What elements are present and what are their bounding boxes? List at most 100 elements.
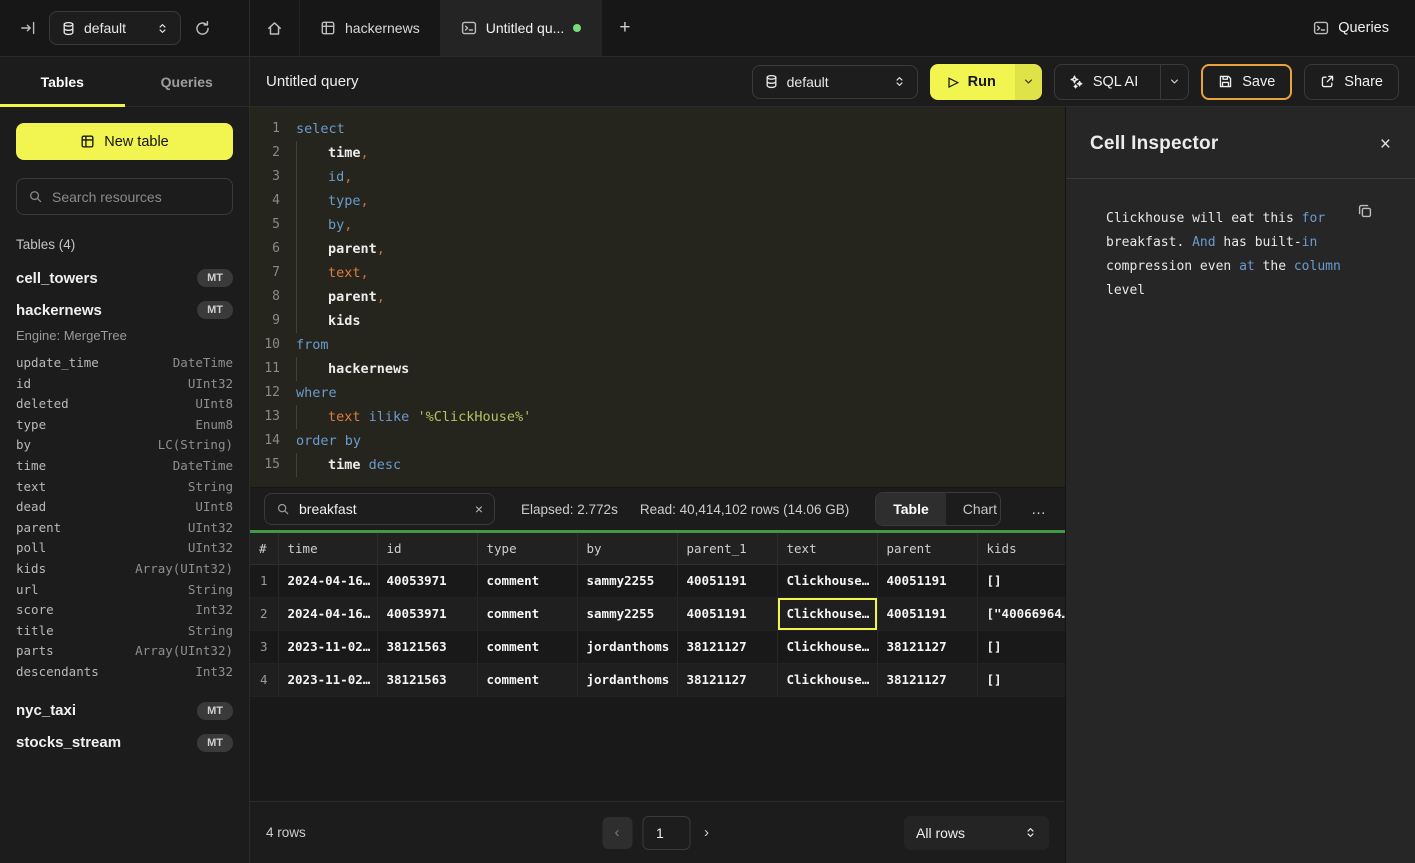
share-button[interactable]: Share xyxy=(1304,64,1399,100)
column-header[interactable]: text xyxy=(777,533,877,564)
editor-line[interactable]: 4type, xyxy=(250,189,1065,213)
run-button[interactable]: ▷ Run xyxy=(930,64,1042,100)
table-cell[interactable]: comment xyxy=(477,597,577,630)
table-cell[interactable]: 38121563 xyxy=(377,663,477,696)
more-options-icon[interactable]: … xyxy=(1027,501,1051,518)
refresh-icon[interactable] xyxy=(194,20,211,37)
column-header[interactable]: kids xyxy=(977,533,1065,564)
table-cell[interactable]: 40053971 xyxy=(377,564,477,597)
sidebar-search-input[interactable] xyxy=(52,189,221,205)
tab-home[interactable] xyxy=(250,0,300,56)
editor-line[interactable]: 14order by xyxy=(250,429,1065,453)
table-cell[interactable]: comment xyxy=(477,630,577,663)
column-name: title xyxy=(16,622,54,641)
table-cell[interactable]: [] xyxy=(977,564,1065,597)
page-number-input[interactable] xyxy=(643,817,689,849)
column-header[interactable]: type xyxy=(477,533,577,564)
table-cell[interactable]: jordanthoms xyxy=(577,663,677,696)
sidebar-tab-queries[interactable]: Queries xyxy=(125,57,250,106)
table-cell[interactable]: 40053971 xyxy=(377,597,477,630)
table-cell[interactable]: 38121127 xyxy=(877,630,977,663)
editor-line[interactable]: 11hackernews xyxy=(250,357,1065,381)
table-cell[interactable]: jordanthoms xyxy=(577,630,677,663)
code-token: , xyxy=(344,169,352,185)
page-size-selector[interactable]: All rows xyxy=(904,816,1049,850)
editor-line[interactable]: 12where xyxy=(250,381,1065,405)
sidebar-table-cell-towers[interactable]: cell_towers MT xyxy=(0,262,249,294)
editor-line[interactable]: 8parent, xyxy=(250,285,1065,309)
run-options-caret[interactable] xyxy=(1015,64,1042,100)
results-search-input[interactable] xyxy=(299,501,466,517)
table-cell[interactable]: sammy2255 xyxy=(577,564,677,597)
sidebar-table-stocks-stream[interactable]: stocks_stream MT xyxy=(0,727,249,759)
run-button-main[interactable]: ▷ Run xyxy=(930,64,1015,100)
table-cell[interactable]: comment xyxy=(477,663,577,696)
table-cell[interactable]: 38121127 xyxy=(677,663,777,696)
tab-untitled-query[interactable]: Untitled qu... xyxy=(441,0,603,56)
editor-line-code: kids xyxy=(296,309,361,333)
table-cell[interactable]: 38121563 xyxy=(377,630,477,663)
table-cell[interactable]: 38121127 xyxy=(877,663,977,696)
table-cell[interactable]: sammy2255 xyxy=(577,597,677,630)
table-cell[interactable]: Clickhouse… xyxy=(777,564,877,597)
sidebar-tab-tables[interactable]: Tables xyxy=(0,57,125,106)
table-cell[interactable]: 2023-11-02… xyxy=(278,663,377,696)
table-name: nyc_taxi xyxy=(16,702,76,719)
editor-line[interactable]: 7text, xyxy=(250,261,1065,285)
clear-search-icon[interactable]: × xyxy=(475,501,483,517)
editor-line[interactable]: 5by, xyxy=(250,213,1065,237)
table-cell[interactable]: 40051191 xyxy=(877,564,977,597)
collapse-sidebar-icon[interactable] xyxy=(20,20,36,36)
view-toggle-table[interactable]: Table xyxy=(876,493,946,525)
sql-editor[interactable]: 1select2time,3id,4type,5by,6parent,7text… xyxy=(250,107,1065,487)
sql-ai-options-caret[interactable] xyxy=(1160,65,1188,99)
column-header[interactable]: parent xyxy=(877,533,977,564)
selected-cell[interactable]: Clickhouse… xyxy=(777,597,877,630)
query-database-selector[interactable]: default xyxy=(752,65,918,99)
table-cell[interactable]: 40051191 xyxy=(677,564,777,597)
table-cell[interactable]: ["40066964… xyxy=(977,597,1065,630)
column-header[interactable]: by xyxy=(577,533,677,564)
table-cell[interactable]: 38121127 xyxy=(677,630,777,663)
new-table-button[interactable]: New table xyxy=(16,123,233,160)
new-tab-button[interactable]: + xyxy=(602,0,647,56)
editor-line[interactable]: 6parent, xyxy=(250,237,1065,261)
table-cell[interactable]: comment xyxy=(477,564,577,597)
run-button-label: Run xyxy=(968,74,996,90)
tab-hackernews[interactable]: hackernews xyxy=(300,0,441,56)
view-toggle-chart[interactable]: Chart xyxy=(946,493,1001,525)
table-cell[interactable]: 2023-11-02… xyxy=(278,630,377,663)
editor-line[interactable]: 3id, xyxy=(250,165,1065,189)
editor-line[interactable]: 1select xyxy=(250,117,1065,141)
table-cell[interactable]: Clickhouse… xyxy=(777,663,877,696)
editor-line[interactable]: 2time, xyxy=(250,141,1065,165)
editor-line[interactable]: 9kids xyxy=(250,309,1065,333)
copy-icon[interactable] xyxy=(1357,203,1373,228)
close-icon[interactable]: × xyxy=(1380,135,1391,154)
table-cell[interactable]: 2024-04-16… xyxy=(278,564,377,597)
sql-ai-button-main[interactable]: SQL AI xyxy=(1055,65,1151,99)
column-header[interactable]: parent_1 xyxy=(677,533,777,564)
sql-ai-button[interactable]: SQL AI xyxy=(1054,64,1189,100)
column-name: kids xyxy=(16,560,46,579)
column-header[interactable]: time xyxy=(278,533,377,564)
column-header[interactable]: id xyxy=(377,533,477,564)
plus-icon: + xyxy=(619,17,630,39)
save-button[interactable]: Save xyxy=(1201,64,1292,100)
table-cell[interactable]: Clickhouse… xyxy=(777,630,877,663)
results-table: #timeidtypebyparent_1textparentkids12024… xyxy=(250,533,1065,697)
sidebar-table-hackernews[interactable]: hackernews MT xyxy=(0,294,249,326)
sidebar-table-nyc-taxi[interactable]: nyc_taxi MT xyxy=(0,695,249,727)
table-cell[interactable]: 2024-04-16… xyxy=(278,597,377,630)
table-cell[interactable]: [] xyxy=(977,630,1065,663)
table-cell[interactable]: [] xyxy=(977,663,1065,696)
editor-line[interactable]: 10from xyxy=(250,333,1065,357)
table-cell[interactable]: 40051191 xyxy=(877,597,977,630)
queries-button[interactable]: Queries xyxy=(1313,20,1389,36)
table-cell[interactable]: 40051191 xyxy=(677,597,777,630)
prev-page-button[interactable]: ‹ xyxy=(602,817,632,849)
next-page-button[interactable]: › xyxy=(700,824,713,841)
editor-line[interactable]: 15time desc xyxy=(250,453,1065,477)
editor-line[interactable]: 13text ilike '%ClickHouse%' xyxy=(250,405,1065,429)
topbar-database-selector[interactable]: default xyxy=(49,11,181,45)
